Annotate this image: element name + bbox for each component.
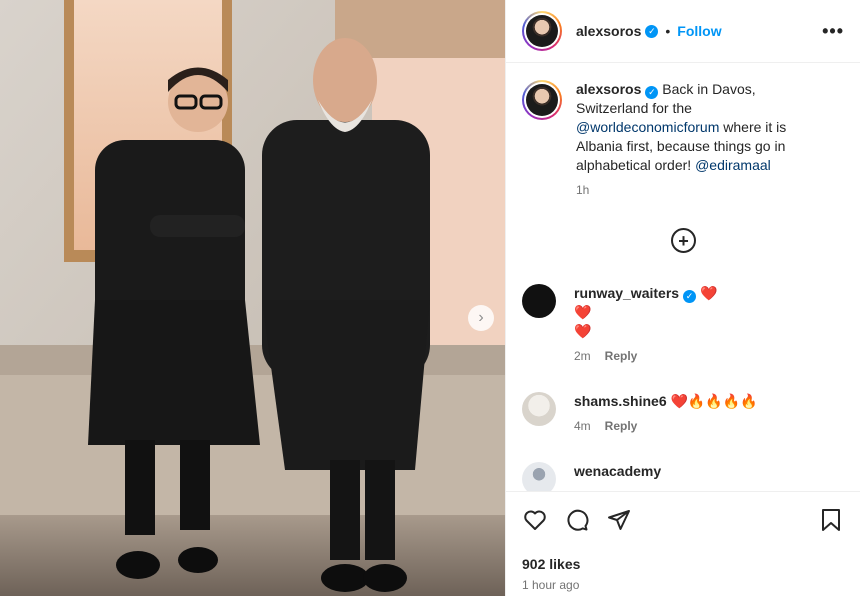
comment-item: runway_waiters ✓ ❤️ ❤️ ❤️ 2m Reply — [522, 284, 852, 366]
comment-item: wenacademy — [522, 462, 852, 491]
post-actions: 902 likes 1 hour ago — [506, 491, 860, 592]
add-comment-icon[interactable]: + — [671, 228, 696, 253]
comment-item: shams.shine6 ❤️🔥🔥🔥🔥 4m Reply — [522, 392, 852, 436]
caption-time: 1h — [576, 183, 590, 197]
comment-time: 2m — [574, 349, 591, 363]
share-icon[interactable] — [606, 507, 632, 533]
comment-avatar[interactable] — [522, 284, 556, 318]
reply-button[interactable]: Reply — [605, 419, 638, 433]
photo-illustration — [0, 0, 505, 596]
comment-avatar[interactable] — [522, 392, 556, 426]
caption-avatar[interactable] — [522, 80, 562, 120]
heart-icon[interactable] — [522, 507, 548, 533]
comment-username[interactable]: runway_waiters — [574, 285, 679, 301]
caption: alexsoros ✓ Back in Davos, Switzerland fo… — [506, 64, 860, 200]
comment-text: ❤️ — [699, 285, 718, 301]
mention-link[interactable]: @ediramaal — [695, 157, 771, 173]
post-sidebar: alexsoros ✓ • Follow ••• alexsoros ✓ Back… — [505, 0, 860, 596]
instagram-post: › alexsoros ✓ • Follow ••• alexsoros ✓ Ba… — [0, 0, 860, 596]
bookmark-icon[interactable] — [818, 507, 844, 533]
post-photo[interactable]: › — [0, 0, 505, 596]
caption-username[interactable]: alexsoros — [576, 81, 641, 97]
header-username[interactable]: alexsoros — [576, 23, 641, 39]
comment-icon[interactable] — [564, 507, 590, 533]
verified-icon: ✓ — [683, 290, 697, 303]
mention-link[interactable]: @worldeconomicforum — [576, 119, 719, 135]
avatar[interactable] — [522, 11, 562, 51]
follow-button[interactable]: Follow — [677, 23, 721, 39]
comment-text-line: ❤️ — [574, 323, 592, 339]
comment-text: ❤️🔥🔥🔥🔥 — [670, 393, 758, 409]
next-photo-button[interactable]: › — [468, 305, 494, 331]
more-options-icon[interactable]: ••• — [822, 21, 844, 42]
reply-button[interactable]: Reply — [605, 349, 638, 363]
comment-username[interactable]: shams.shine6 — [574, 393, 667, 409]
header-separator: • — [665, 23, 671, 39]
post-time: 1 hour ago — [522, 578, 580, 592]
comment-text-line: ❤️ — [574, 304, 592, 320]
comment-username[interactable]: wenacademy — [574, 463, 661, 479]
comment-avatar[interactable] — [522, 462, 556, 491]
verified-icon: ✓ — [645, 86, 659, 99]
comments-area[interactable]: alexsoros ✓ Back in Davos, Switzerland fo… — [506, 64, 860, 491]
likes-count[interactable]: 902 likes — [522, 556, 844, 572]
post-header: alexsoros ✓ • Follow ••• — [506, 0, 860, 63]
comment-time: 4m — [574, 419, 591, 433]
chevron-right-icon: › — [478, 309, 484, 326]
verified-icon: ✓ — [645, 24, 659, 38]
